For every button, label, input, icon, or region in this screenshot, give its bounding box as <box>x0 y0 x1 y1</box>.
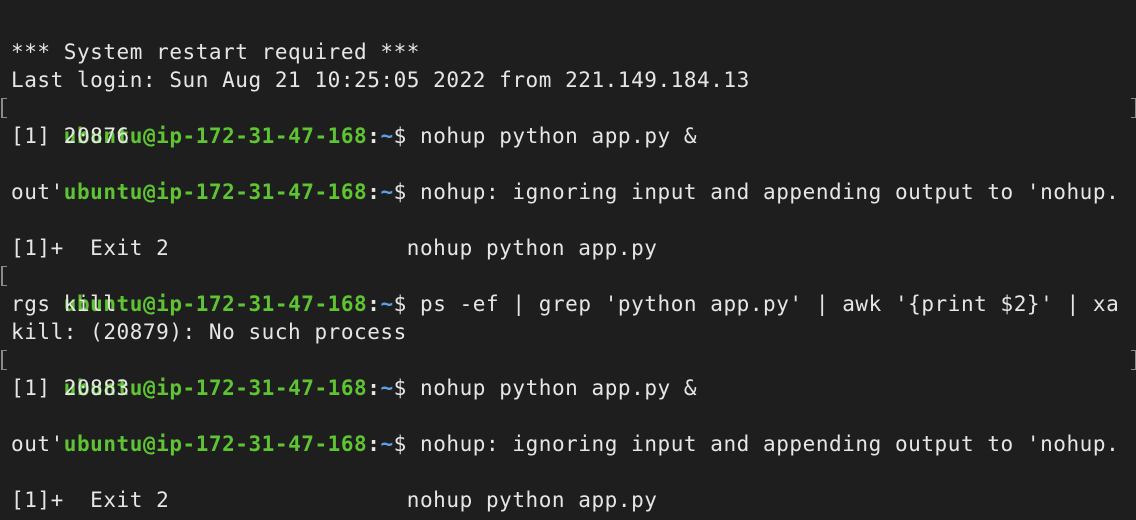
terminal-line: [1] 20876 <box>11 122 1136 150</box>
output-text: [1] 20883 <box>11 376 130 400</box>
output-text: kill: (20879): No such process <box>11 320 407 344</box>
terminal-line: *** System restart required *** <box>11 38 1136 66</box>
output-text: [1]+ Exit 2 nohup python app.py <box>11 236 658 260</box>
terminal-line: rgs kill <box>11 290 1136 318</box>
mark-bracket-right <box>1131 98 1136 118</box>
terminal-line: [1] 20883 <box>11 374 1136 402</box>
terminal-line: out' <box>11 178 1136 206</box>
mark-bracket-left <box>1 266 7 286</box>
mark-bracket-left <box>1 98 7 118</box>
output-text: out' <box>11 432 64 456</box>
terminal-line: [1]+ Exit 2 nohup python app.py <box>11 234 1136 262</box>
prompt-line: ubuntu@ip-172-31-47-168:~$ nohup: ignori… <box>11 402 1136 456</box>
terminal-line: out' <box>11 430 1136 458</box>
terminal-window[interactable]: *** System restart required *** Last log… <box>0 0 1136 520</box>
terminal-line: Last login: Sun Aug 21 10:25:05 2022 fro… <box>11 66 1136 94</box>
terminal-line: [1]+ Exit 2 nohup python app.py <box>11 486 1136 514</box>
terminal-line: kill: (20879): No such process <box>11 318 1136 346</box>
prompt-line: ubuntu@ip-172-31-47-168:~$ nohup: ignori… <box>11 150 1136 204</box>
output-text: [1] 20876 <box>11 124 130 148</box>
mark-bracket-left <box>1 350 7 370</box>
output-text: rgs kill <box>11 292 117 316</box>
output-text: *** System restart required *** <box>11 40 420 64</box>
mark-bracket-right <box>1131 350 1136 370</box>
prompt-line: ubuntu@ip-172-31-47-168:~$ nohup python … <box>1 94 1136 148</box>
output-text: out' <box>11 180 64 204</box>
output-text: Last login: Sun Aug 21 10:25:05 2022 fro… <box>11 68 750 92</box>
prompt-line: ubuntu@ip-172-31-47-168:~$ ps -ef | grep… <box>1 262 1136 316</box>
output-text: [1]+ Exit 2 nohup python app.py <box>11 488 658 512</box>
prompt-line: ubuntu@ip-172-31-47-168:~$ nohup python … <box>1 346 1136 400</box>
